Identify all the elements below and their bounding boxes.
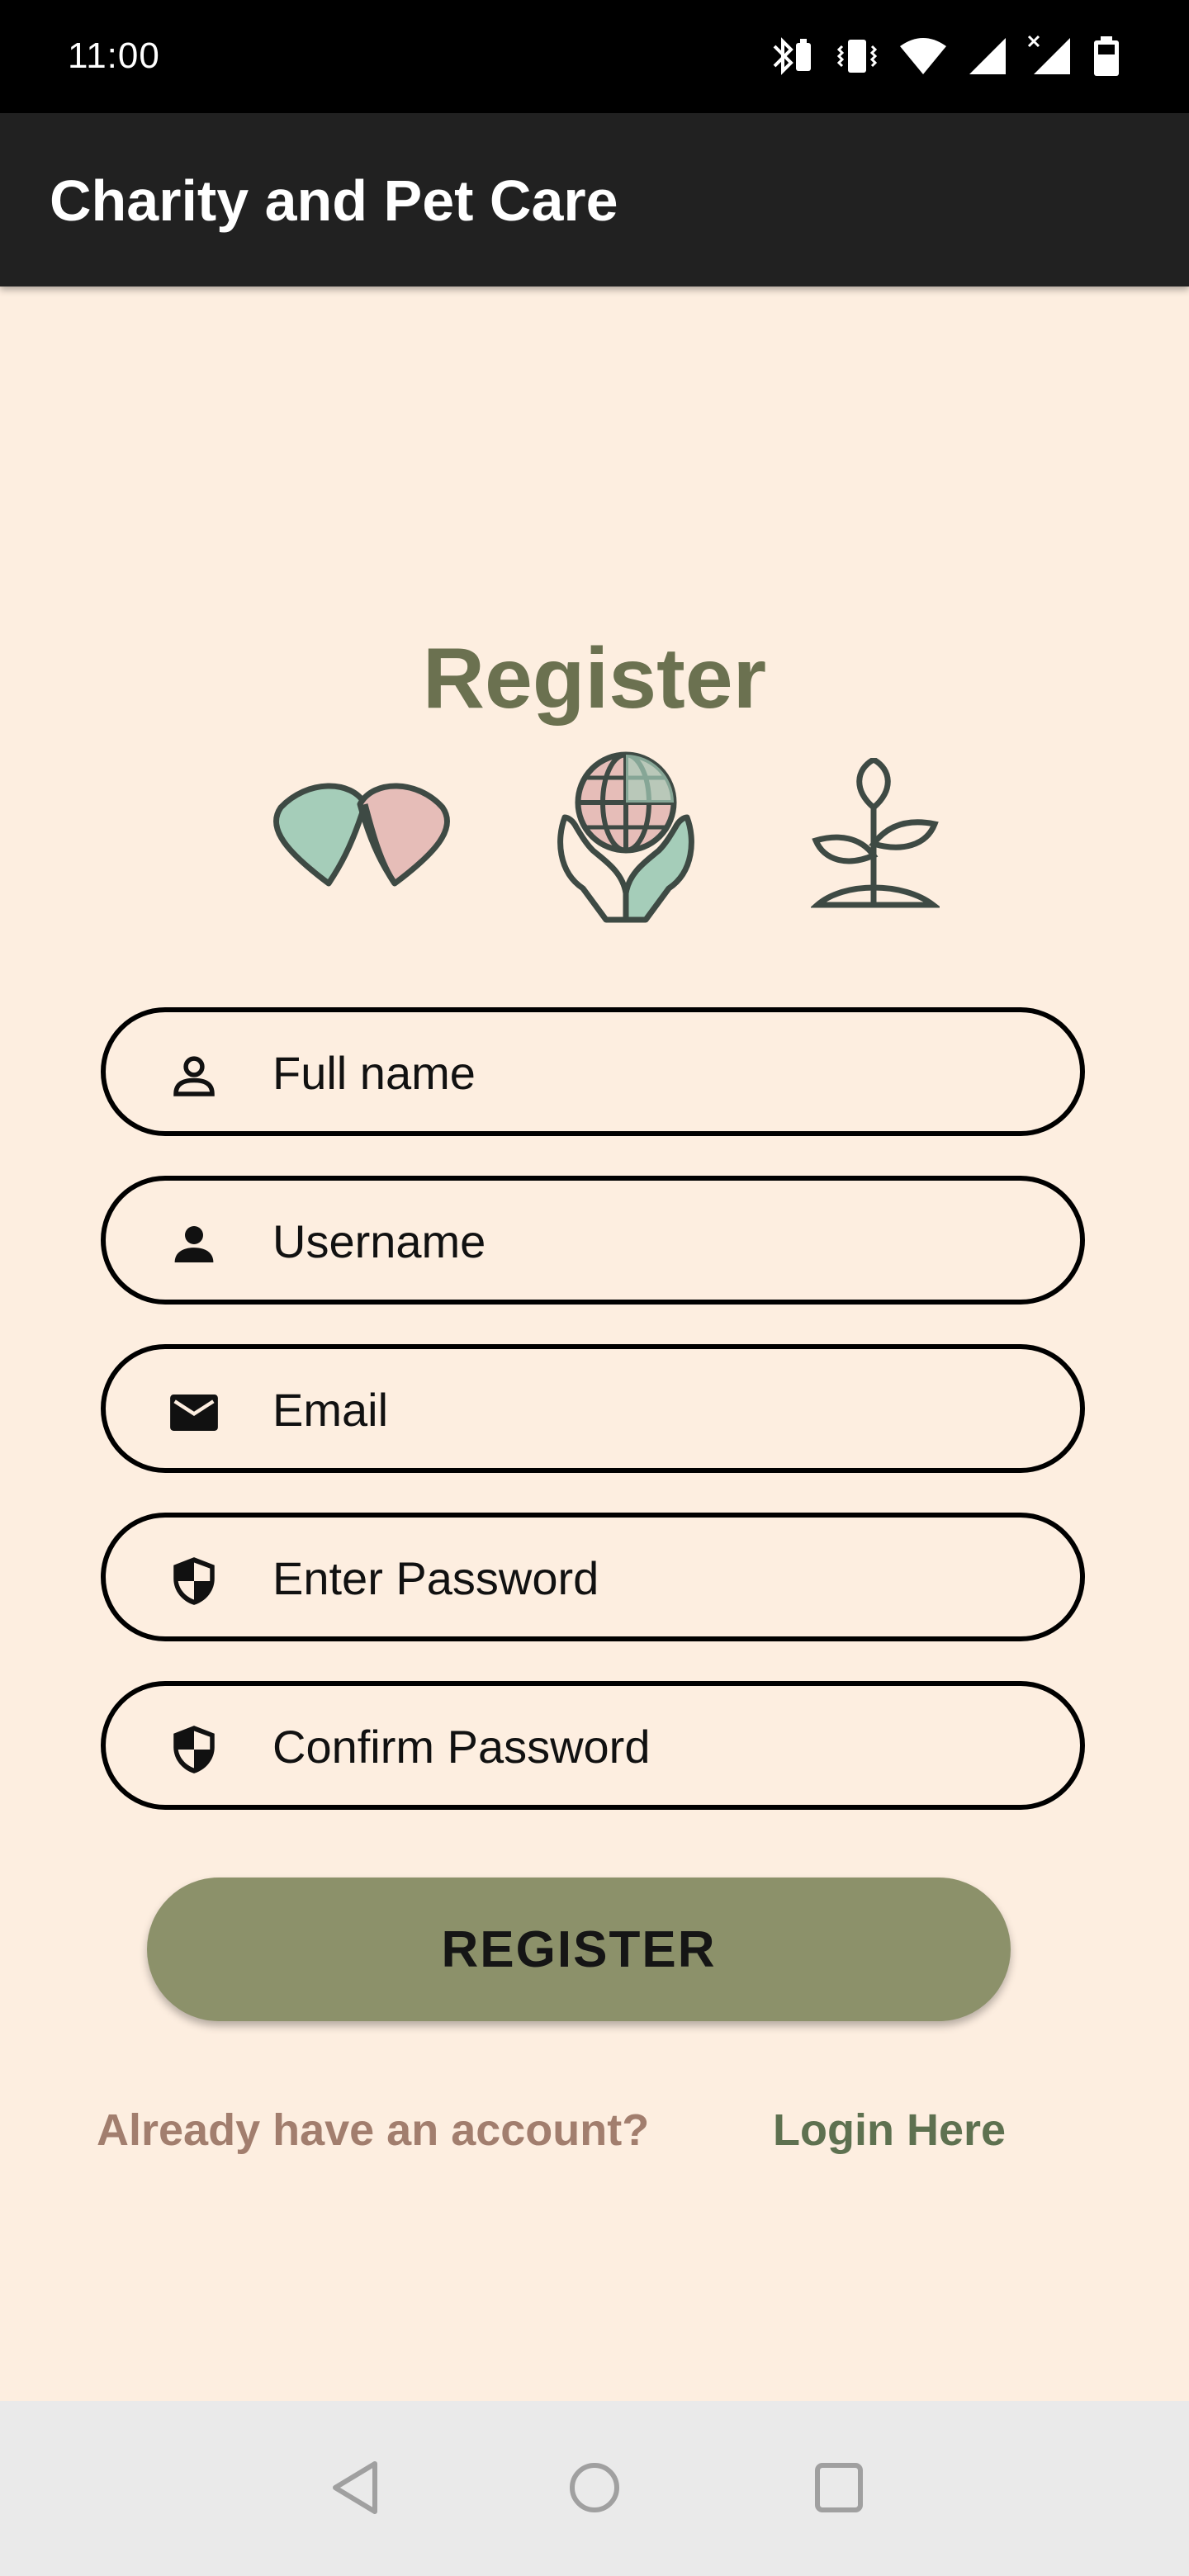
- app-title: Charity and Pet Care: [50, 168, 618, 233]
- confirm-password-placeholder: Confirm Password: [272, 1721, 651, 1773]
- mail-icon: [170, 1395, 218, 1431]
- navigation-bar: [0, 2401, 1189, 2576]
- status-time: 11:00: [68, 36, 160, 76]
- full-name-placeholder: Full name: [272, 1047, 476, 1099]
- cell-signal-icon: [969, 38, 1006, 74]
- person-outline-icon: [173, 1056, 215, 1096]
- wifi-icon: [900, 38, 946, 74]
- vibrate-icon: [836, 40, 878, 73]
- enter-password-field[interactable]: Enter Password: [101, 1513, 1085, 1641]
- email-placeholder: Email: [272, 1384, 389, 1436]
- already-have-account-text: Already have an account?: [97, 2105, 650, 2155]
- username-placeholder: Username: [272, 1215, 486, 1267]
- home-icon[interactable]: [568, 2459, 621, 2517]
- register-button[interactable]: REGISTER: [147, 1878, 1011, 2021]
- email-field[interactable]: Email: [101, 1344, 1085, 1473]
- hearts-icon: [273, 783, 450, 887]
- plant-sprout-icon: [811, 758, 940, 908]
- enter-password-placeholder: Enter Password: [272, 1552, 599, 1604]
- login-here-link[interactable]: Login Here: [773, 2104, 1006, 2157]
- shield-icon: [173, 1557, 215, 1605]
- status-bar: 11:00: [0, 0, 1189, 113]
- confirm-password-field[interactable]: Confirm Password: [101, 1681, 1085, 1810]
- recents-icon[interactable]: [812, 2459, 865, 2517]
- globe-hands-icon: [557, 751, 694, 923]
- person-icon: [174, 1226, 214, 1262]
- status-icons: [770, 31, 1121, 81]
- full-name-field[interactable]: Full name: [101, 1007, 1085, 1136]
- battery-icon: [1094, 36, 1119, 76]
- app-bar: Charity and Pet Care: [0, 113, 1189, 286]
- username-field[interactable]: Username: [101, 1176, 1085, 1305]
- cell-signal-no-data-icon: [1027, 35, 1070, 74]
- register-heading: Register: [422, 631, 767, 727]
- shield-icon: [173, 1726, 215, 1773]
- back-icon[interactable]: [329, 2459, 381, 2517]
- bluetooth-battery-icon: [773, 37, 811, 75]
